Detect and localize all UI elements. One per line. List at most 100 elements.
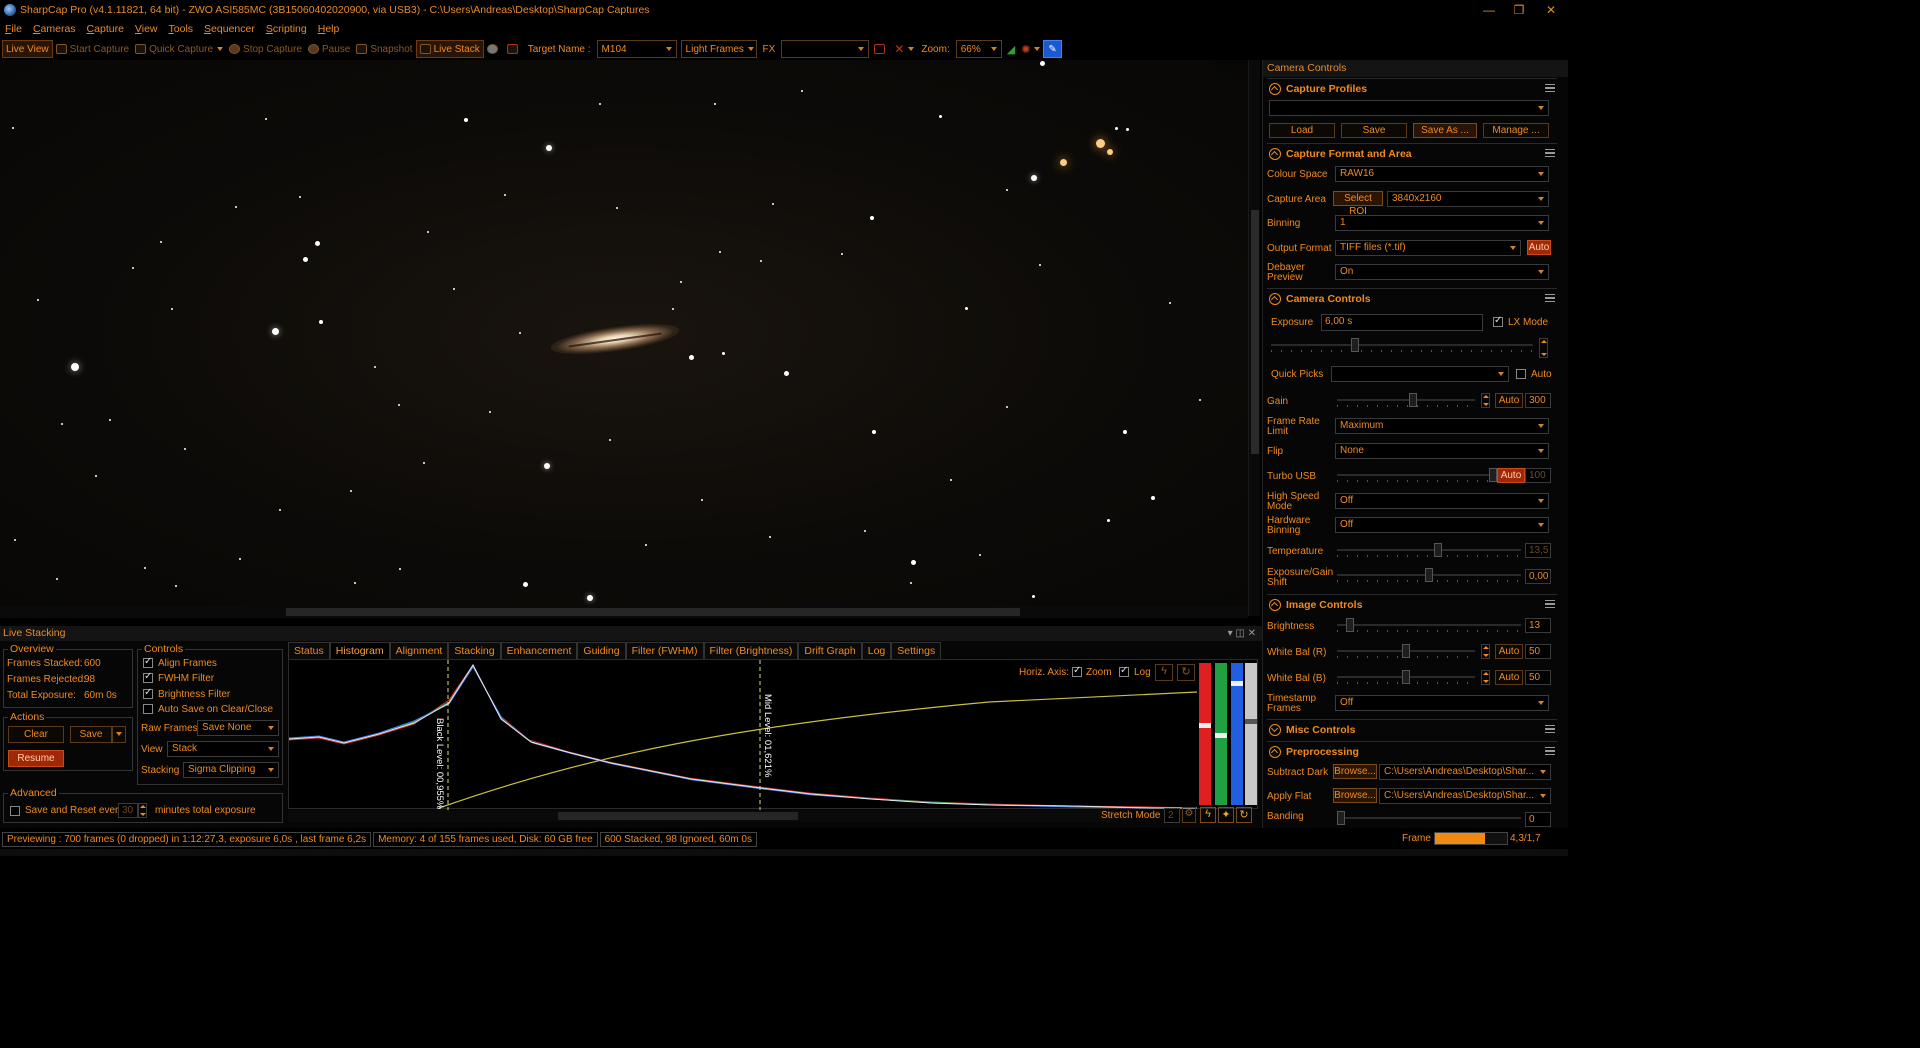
- capture-format-header[interactable]: Capture Format and Area: [1267, 143, 1557, 163]
- menu-help[interactable]: Help: [318, 23, 340, 35]
- align-frames-checkbox[interactable]: [143, 656, 153, 668]
- auto-stretch-icon[interactable]: ϟ: [1155, 664, 1173, 681]
- profile-save-as-button[interactable]: Save As ...: [1413, 123, 1477, 138]
- star-icon[interactable]: ✦: [1218, 807, 1234, 823]
- fx-select[interactable]: [781, 40, 870, 58]
- raw-frames-select[interactable]: Save None: [197, 720, 279, 736]
- crosshair-button[interactable]: ✕: [891, 40, 917, 58]
- zoom-select[interactable]: 66%: [955, 40, 1002, 58]
- quick-picks-select[interactable]: [1331, 366, 1509, 382]
- stop-capture-button[interactable]: Stop Capture: [226, 40, 305, 58]
- red-level-bar[interactable]: [1199, 663, 1211, 805]
- menu-view[interactable]: View: [135, 23, 158, 35]
- flip-select[interactable]: None: [1335, 443, 1549, 459]
- select-roi-button[interactable]: Select ROI: [1333, 191, 1383, 217]
- panel-window-controls[interactable]: ▾ ◫ ✕: [1228, 626, 1256, 641]
- banding-slider[interactable]: [1337, 811, 1521, 827]
- profile-load-button[interactable]: Load: [1269, 123, 1335, 138]
- brightness-slider[interactable]: [1337, 618, 1521, 634]
- image-controls-header[interactable]: Image Controls: [1267, 594, 1557, 614]
- white-bal-b-slider[interactable]: [1337, 670, 1475, 686]
- tab-guiding[interactable]: Guiding: [577, 642, 626, 659]
- live-stack-button[interactable]: Live Stack: [415, 40, 484, 58]
- turbo-usb-slider-knob[interactable]: [1489, 468, 1497, 482]
- exposure-slider[interactable]: [1271, 338, 1533, 354]
- white-bal-b-value[interactable]: 50: [1525, 670, 1551, 685]
- frame-rate-limit-select[interactable]: Maximum: [1335, 418, 1549, 434]
- debayer-preview-select[interactable]: On: [1335, 264, 1549, 280]
- fwhm-filter-checkbox[interactable]: [143, 671, 153, 683]
- high-speed-mode-select[interactable]: Off: [1335, 493, 1549, 509]
- gain-slider-knob[interactable]: [1409, 393, 1417, 407]
- quick-picks-auto-checkbox[interactable]: [1516, 369, 1526, 379]
- white-bal-b-auto-button[interactable]: Auto: [1495, 670, 1523, 685]
- stretch-settings-icon[interactable]: ⚙: [1182, 807, 1196, 823]
- menu-file[interactable]: File: [5, 23, 22, 35]
- menu-scripting[interactable]: Scripting: [266, 23, 307, 35]
- target-name-field[interactable]: M104: [596, 40, 677, 58]
- live-view-button[interactable]: Live View: [2, 40, 53, 58]
- tab-filter-brightness[interactable]: Filter (Brightness): [703, 642, 799, 659]
- brightness-slider-knob[interactable]: [1346, 618, 1354, 632]
- tab-stacking[interactable]: Stacking: [448, 642, 501, 659]
- blue-level-bar[interactable]: [1231, 663, 1243, 805]
- luminance-level-bar[interactable]: [1245, 663, 1257, 805]
- white-bal-r-slider-knob[interactable]: [1402, 644, 1410, 658]
- frame-type-select[interactable]: Light Frames: [680, 40, 757, 58]
- clear-stack-button[interactable]: Clear: [8, 726, 64, 743]
- output-format-select[interactable]: TIFF files (*.tif): [1335, 240, 1521, 256]
- exposure-gain-shift-value[interactable]: 0,00: [1525, 569, 1551, 584]
- exposure-gain-shift-slider[interactable]: [1337, 568, 1521, 584]
- banding-value[interactable]: 0: [1525, 812, 1551, 827]
- white-bal-r-slider[interactable]: [1337, 644, 1475, 660]
- turbo-usb-auto-button[interactable]: Auto: [1497, 468, 1525, 483]
- output-format-auto-button[interactable]: Auto: [1527, 240, 1551, 255]
- auto-save-checkbox[interactable]: [143, 704, 153, 714]
- reset-icon[interactable]: ↻: [1177, 664, 1195, 681]
- close-button[interactable]: ✕: [1534, 0, 1568, 20]
- reticle-button[interactable]: [871, 40, 891, 58]
- capture-area-select[interactable]: 3840x2160: [1387, 191, 1549, 207]
- white-bal-b-slider-knob[interactable]: [1402, 670, 1410, 684]
- image-vertical-scrollbar[interactable]: [1248, 60, 1260, 616]
- save-reset-minutes-field[interactable]: 30: [118, 803, 138, 818]
- timestamp-frames-select[interactable]: Off: [1335, 695, 1549, 711]
- capture-profiles-header[interactable]: Capture Profiles: [1267, 78, 1557, 98]
- image-horizontal-scrollbar[interactable]: [0, 606, 1248, 618]
- exposure-gain-shift-slider-knob[interactable]: [1425, 568, 1433, 582]
- green-level-bar[interactable]: [1215, 663, 1227, 805]
- white-bal-r-value[interactable]: 50: [1525, 644, 1551, 659]
- stretch-mode-field[interactable]: 2: [1164, 808, 1180, 823]
- tab-settings[interactable]: Settings: [891, 642, 942, 659]
- start-capture-button[interactable]: Start Capture: [53, 40, 132, 58]
- menu-sequencer[interactable]: Sequencer: [204, 23, 255, 35]
- lx-mode-checkbox[interactable]: [1493, 315, 1503, 327]
- save-options-button[interactable]: [112, 726, 126, 743]
- subtract-dark-browse-button[interactable]: Browse...: [1333, 764, 1377, 779]
- save-stack-button[interactable]: Save: [70, 726, 112, 743]
- preprocessing-header[interactable]: Preprocessing: [1267, 741, 1557, 761]
- annotate-button[interactable]: ✎: [1043, 40, 1062, 58]
- tab-status[interactable]: Status: [288, 642, 330, 659]
- stack-histogram[interactable]: Black Level: 00,955% Mid Level: 01,621% …: [288, 659, 1258, 810]
- tab-filter-fwhm[interactable]: Filter (FWHM): [625, 642, 704, 659]
- binning-select[interactable]: 1: [1335, 215, 1549, 231]
- turbo-usb-value[interactable]: 100: [1525, 468, 1551, 483]
- maximize-button[interactable]: ❐: [1502, 0, 1536, 20]
- zoom-checkbox[interactable]: [1072, 665, 1082, 677]
- apply-flat-browse-button[interactable]: Browse...: [1333, 788, 1377, 803]
- profile-manage-button[interactable]: Manage ...: [1483, 123, 1549, 138]
- tab-log[interactable]: Log: [861, 642, 892, 659]
- white-bal-r-auto-button[interactable]: Auto: [1495, 644, 1523, 659]
- brightness-filter-checkbox[interactable]: [143, 687, 153, 699]
- subtract-dark-select[interactable]: C:\Users\Andreas\Desktop\Shar...: [1379, 764, 1551, 780]
- menu-cameras[interactable]: Cameras: [33, 23, 76, 35]
- tab-alignment[interactable]: Alignment: [389, 642, 449, 659]
- pause-button[interactable]: Pause: [305, 40, 353, 58]
- capture-profile-select[interactable]: [1269, 100, 1549, 116]
- focus-button[interactable]: ✺: [1018, 40, 1043, 58]
- gain-auto-button[interactable]: Auto: [1495, 393, 1523, 408]
- turbo-usb-slider[interactable]: [1337, 468, 1497, 484]
- record-settings-button[interactable]: [504, 40, 524, 58]
- brightness-value[interactable]: 13: [1525, 618, 1551, 633]
